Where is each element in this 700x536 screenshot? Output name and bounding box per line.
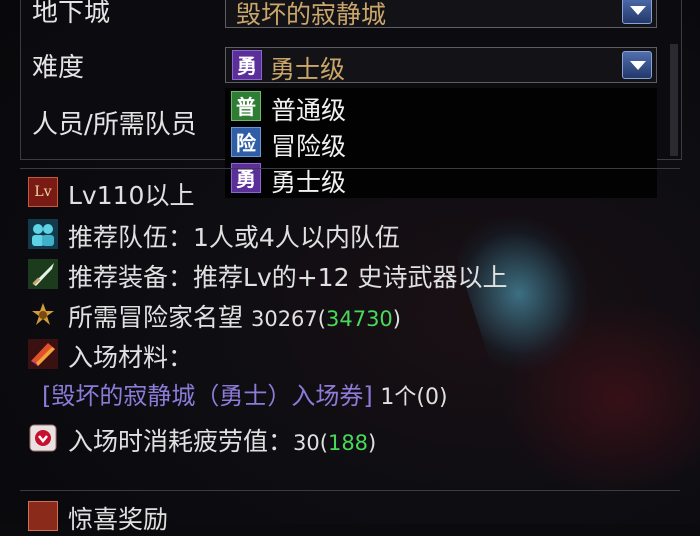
party-label: 推荐队伍： (68, 223, 194, 252)
fame-required: 30267 (250, 307, 318, 331)
difficulty-dropdown-button[interactable] (622, 51, 652, 79)
dungeon-label: 地下城 (32, 0, 111, 28)
warrior-badge-icon: 勇 (232, 50, 262, 80)
option-label: 冒险级 (271, 132, 347, 161)
equipment-value: 推荐Lv的+12 史诗武器以上 (193, 263, 508, 292)
equipment-label: 推荐装备： (68, 263, 194, 292)
adventure-badge-icon: 险 (231, 127, 261, 157)
entry-ticket-link[interactable]: [毁坏的寂静城（勇士）入场券] (42, 382, 373, 410)
fatigue-icon (28, 423, 58, 453)
difficulty-dropdown-menu: 普 普通级 险 冒险级 勇 勇士级 (225, 88, 657, 198)
difficulty-option-normal[interactable]: 普 普通级 (229, 90, 649, 125)
divider (20, 168, 680, 169)
fame-label: 所需冒险家名望 (68, 303, 244, 332)
fatigue-label: 入场时消耗疲劳值： (68, 427, 294, 456)
fame-icon (28, 299, 58, 329)
fame-current: 34730 (325, 307, 393, 331)
sword-icon (28, 259, 58, 289)
dungeon-panel: 地下城 毁坏的寂静城 难度 勇 勇士级 人员/所需队员 普 普通级 险 冒险级 … (0, 0, 700, 534)
material-count: 1个(0) (380, 385, 448, 410)
members-label: 人员/所需队员 (32, 110, 197, 140)
party-icon (28, 219, 58, 249)
difficulty-label: 难度 (32, 53, 85, 83)
fatigue-cost: 30 (293, 431, 320, 455)
difficulty-selected-value: 勇士级 (270, 55, 346, 84)
scrollbar[interactable] (670, 44, 678, 156)
level-requirement: Lv110以上 (68, 181, 195, 210)
dungeon-selected-value: 毁坏的寂静城 (236, 0, 387, 29)
fatigue-current: 188 (327, 431, 369, 455)
option-label: 普通级 (271, 96, 347, 125)
divider (20, 490, 680, 491)
reward-icon (28, 501, 58, 531)
party-value: 1人或4人以内队伍 (193, 223, 400, 252)
material-icon (28, 339, 58, 369)
reward-label: 惊喜奖励 (68, 505, 169, 534)
dungeon-select[interactable]: 毁坏的寂静城 (225, 0, 657, 29)
background-art (500, 300, 700, 500)
difficulty-option-adventure[interactable]: 险 冒险级 (229, 126, 649, 161)
difficulty-select[interactable]: 勇 勇士级 (225, 47, 657, 84)
normal-badge-icon: 普 (231, 91, 261, 121)
level-icon: Lv (28, 177, 58, 207)
material-label: 入场材料： (68, 343, 194, 372)
dungeon-dropdown-button[interactable] (622, 0, 652, 24)
